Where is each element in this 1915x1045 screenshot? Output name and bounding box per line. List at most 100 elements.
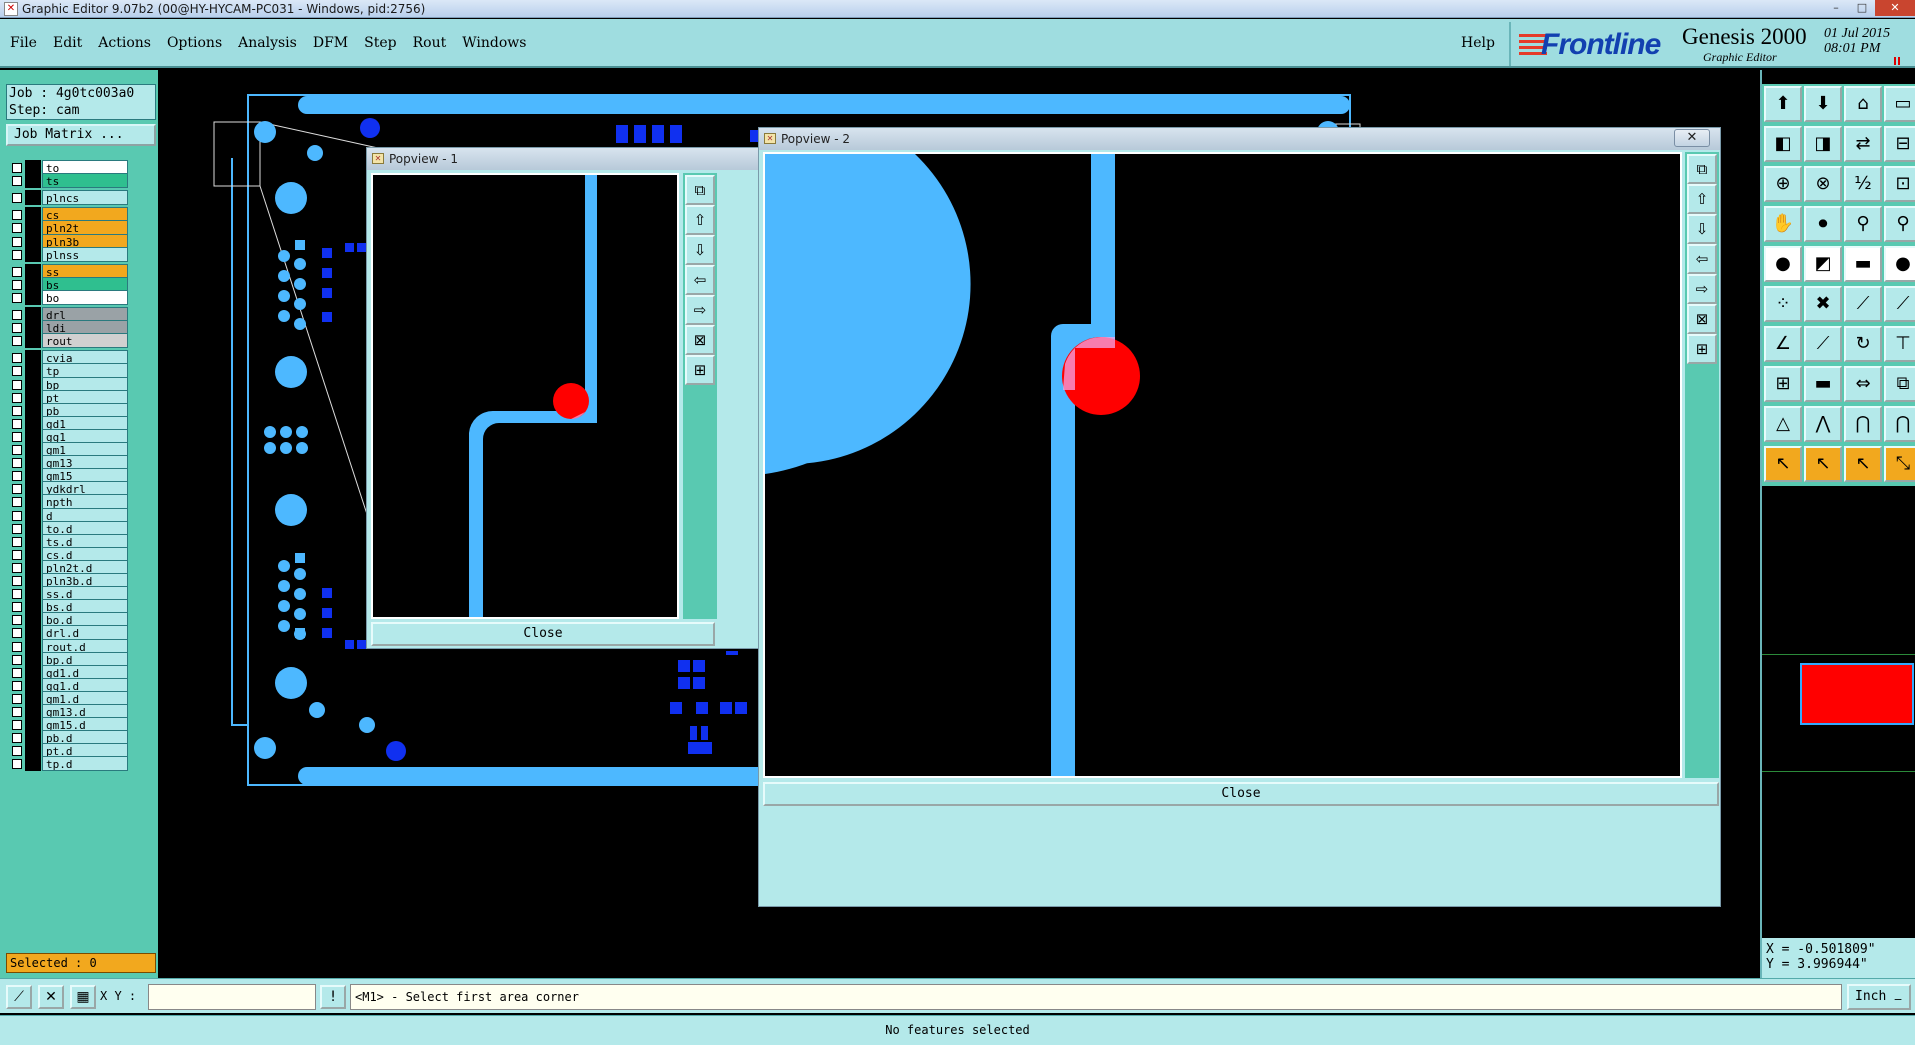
copy-icon[interactable]: ⧉	[1884, 366, 1915, 402]
pan-right-icon[interactable]: ⇨	[1687, 274, 1717, 304]
layer-checkbox[interactable]	[12, 759, 22, 770]
pan-right-icon[interactable]: ⇨	[685, 295, 715, 325]
layer-checkbox[interactable]	[12, 523, 22, 534]
zoom-window-icon[interactable]: ⧉	[685, 175, 715, 205]
pan-left-icon[interactable]: ⇦	[1687, 244, 1717, 274]
menu-actions[interactable]: Actions	[98, 35, 151, 51]
layer-row-tp-d[interactable]: tp.d	[10, 756, 128, 772]
link-icon[interactable]: ⟋	[1884, 286, 1915, 322]
layer-checkbox[interactable]	[12, 405, 22, 416]
add-pad-icon[interactable]: ⊞	[1764, 366, 1802, 402]
layer-row-ts[interactable]: ts	[10, 173, 128, 189]
layer-name[interactable]: rout	[42, 333, 128, 349]
ruler-icon[interactable]: ▬	[1844, 246, 1882, 282]
swap-icon[interactable]: ⇄	[1844, 126, 1882, 162]
dot-icon[interactable]: ●	[1884, 246, 1915, 282]
menu-options[interactable]: Options	[167, 35, 222, 51]
mini-map[interactable]	[1762, 654, 1915, 772]
record-icon[interactable]: ⏺	[1804, 206, 1842, 242]
layer-checkbox[interactable]	[12, 392, 22, 403]
layer-color-swatch[interactable]	[25, 246, 41, 262]
expand-icon[interactable]: ⊗	[1804, 166, 1842, 202]
layer-checkbox[interactable]	[12, 279, 22, 290]
layer-checkbox[interactable]	[12, 497, 22, 508]
layer-checkbox[interactable]	[12, 746, 22, 757]
layer-checkbox[interactable]	[12, 641, 22, 652]
layer-checkbox[interactable]	[12, 667, 22, 678]
menu-rout[interactable]: Rout	[413, 35, 447, 51]
popview-2-view[interactable]	[763, 152, 1682, 778]
grid-snap-icon[interactable]: ▦	[70, 985, 96, 1009]
layer-checkbox[interactable]	[12, 163, 22, 173]
layer-checkbox[interactable]	[12, 615, 22, 626]
layer-color-swatch[interactable]	[25, 190, 41, 206]
layer-checkbox[interactable]	[12, 249, 22, 260]
cross-icon[interactable]: ✖	[1804, 286, 1842, 322]
menu-step[interactable]: Step	[364, 35, 396, 51]
layer-checkbox[interactable]	[12, 353, 22, 364]
popview-1-view[interactable]	[371, 173, 679, 619]
pan-down-icon[interactable]: ⇩	[685, 235, 715, 265]
layer-checkbox[interactable]	[12, 720, 22, 731]
layer-name[interactable]: plnss	[42, 246, 128, 262]
layer-checkbox[interactable]	[12, 471, 22, 482]
resize-icon[interactable]: ⇔	[1844, 366, 1882, 402]
menu-windows[interactable]: Windows	[462, 35, 526, 51]
info-icon[interactable]: !	[320, 985, 346, 1009]
pan-down-icon[interactable]: ⇩	[1687, 214, 1717, 244]
layer-row-bo[interactable]: bo	[10, 289, 128, 305]
layer-checkbox[interactable]	[12, 484, 22, 495]
slash-icon[interactable]: ⟋	[1804, 326, 1842, 362]
zoom-home-icon[interactable]: ⊞	[685, 355, 715, 385]
menu-file[interactable]: File	[10, 35, 37, 51]
layer-checkbox[interactable]	[12, 458, 22, 469]
layer-checkbox[interactable]	[12, 536, 22, 547]
measure-mode-icon[interactable]: ✕	[38, 985, 64, 1009]
home-icon[interactable]: ⌂	[1844, 86, 1882, 122]
pan-up-icon[interactable]: ⇧	[685, 205, 715, 235]
layer-checkbox[interactable]	[12, 628, 22, 639]
snap-alt-icon[interactable]: ⚲	[1884, 206, 1915, 242]
layer-checkbox[interactable]	[12, 431, 22, 442]
layer-checkbox[interactable]	[12, 589, 22, 600]
pan-up-icon[interactable]: ⇧	[1687, 184, 1717, 214]
layer-checkbox[interactable]	[12, 733, 22, 744]
layer-color-swatch[interactable]	[25, 756, 41, 772]
layer-checkbox[interactable]	[12, 562, 22, 573]
select-mode-icon[interactable]: ⟋	[6, 985, 32, 1009]
layer-color-swatch[interactable]	[25, 289, 41, 305]
maximize-button[interactable]: □	[1849, 0, 1875, 16]
layer-name[interactable]: bo	[42, 289, 128, 305]
layer-row-rout[interactable]: rout	[10, 333, 128, 349]
job-matrix-button[interactable]: Job Matrix ...	[6, 124, 156, 146]
xy-input[interactable]	[148, 984, 316, 1010]
layer-checkbox[interactable]	[12, 366, 22, 377]
layer-color-swatch[interactable]	[25, 173, 54, 189]
layer-color-swatch[interactable]	[25, 333, 41, 349]
scale-icon[interactable]: ⊡	[1884, 166, 1915, 202]
layer-name[interactable]: plncs	[42, 190, 128, 206]
pointer-alt-icon[interactable]: ↖	[1804, 446, 1842, 482]
move-pointer-icon[interactable]: ⤡	[1884, 446, 1915, 482]
popview-1-close-button[interactable]: Close	[371, 622, 715, 646]
layer-checkbox[interactable]	[12, 193, 22, 204]
zoom-in-icon[interactable]: ⊠	[1687, 304, 1717, 334]
layer-checkbox[interactable]	[12, 176, 22, 187]
net-icon[interactable]: ⁘	[1764, 286, 1802, 322]
redo-icon[interactable]: ⬇	[1804, 86, 1842, 122]
bridge-icon[interactable]: ⋂	[1884, 406, 1915, 442]
menu-dfm[interactable]: DFM	[313, 35, 348, 51]
layer-checkbox[interactable]	[12, 680, 22, 691]
layer-checkbox[interactable]	[12, 223, 22, 234]
layer-checkbox[interactable]	[12, 336, 22, 347]
hand-icon[interactable]: ✋	[1764, 206, 1802, 242]
minus-icon[interactable]: ▬	[1804, 366, 1842, 402]
layer-name[interactable]: tp.d	[42, 756, 128, 772]
layer-checkbox[interactable]	[12, 549, 22, 560]
arch-icon[interactable]: ⋂	[1844, 406, 1882, 442]
menu-edit[interactable]: Edit	[53, 35, 82, 51]
layer-checkbox[interactable]	[12, 236, 22, 247]
layer-checkbox[interactable]	[12, 266, 22, 277]
fit-icon[interactable]: ⊕	[1764, 166, 1802, 202]
zoom-in-icon[interactable]: ⊠	[685, 325, 715, 355]
